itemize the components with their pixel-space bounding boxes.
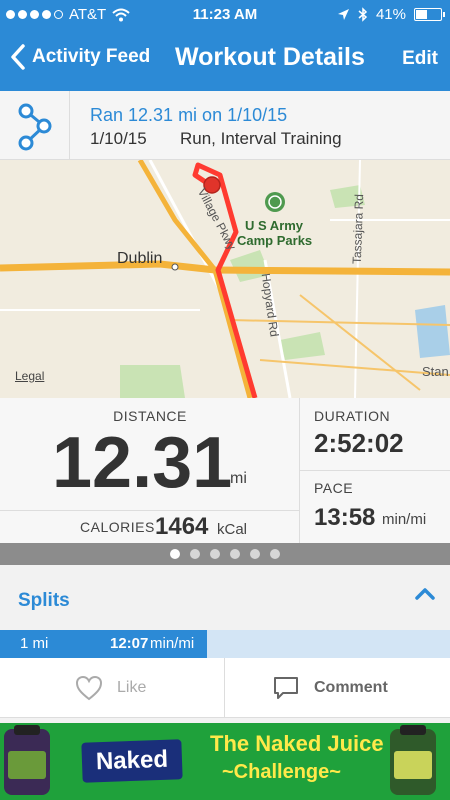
calories-label: CALORIES — [80, 519, 155, 535]
stats-right: DURATION 2:52:02 PACE 13:58 min/mi — [300, 398, 450, 543]
ad-headline: The Naked Juice — [210, 731, 384, 756]
comment-label: Comment — [314, 679, 388, 696]
calories-value: 1464 — [155, 513, 209, 540]
action-divider — [224, 658, 225, 718]
stats-panel: DISTANCE 12.31 mi CALORIES 1464 kCal DUR… — [0, 398, 450, 543]
page-dot[interactable] — [210, 549, 220, 559]
chevron-up-icon[interactable] — [414, 587, 436, 601]
workout-type: Run, Interval Training — [180, 129, 342, 148]
route-icon-box — [0, 91, 70, 160]
split-distance: 1 mi — [20, 635, 49, 652]
duration-value: 2:52:02 — [314, 428, 404, 458]
edit-button[interactable]: Edit — [402, 48, 438, 70]
pace-unit: min/mi — [382, 511, 427, 528]
pace-value: 13:58 — [314, 504, 376, 531]
splits-header[interactable]: Splits — [0, 565, 450, 630]
back-button[interactable]: Activity Feed — [10, 43, 150, 71]
workout-date: 1/10/15 — [90, 129, 147, 148]
duration-label: DURATION — [314, 408, 391, 424]
nav-bar: Activity Feed Workout Details Edit — [0, 38, 450, 82]
like-button[interactable]: Like — [75, 658, 146, 718]
ad-banner[interactable]: Naked The Naked Juice ~Challenge~ — [0, 723, 450, 800]
ad-bottle-right — [390, 725, 436, 795]
top-bar: AT&T 11:23 AM 41% Activity Feed Workout … — [0, 0, 450, 91]
screen: AT&T 11:23 AM 41% Activity Feed Workout … — [0, 0, 450, 800]
stats-left: DISTANCE 12.31 mi CALORIES 1464 kCal — [0, 398, 300, 543]
bluetooth-icon — [358, 7, 368, 22]
calories-row: CALORIES 1464 kCal — [0, 510, 300, 543]
distance-value: 12.31 — [52, 423, 233, 503]
route-map[interactable]: Dublin U S Army Camp Parks Village Pkwy … — [0, 160, 450, 398]
map-label-army: U S Army — [245, 218, 304, 233]
pace-box: PACE 13:58 min/mi — [300, 470, 450, 543]
route-icon — [18, 103, 52, 151]
split-row: 1 mi 12:07 min/mi — [0, 630, 450, 658]
page-dot[interactable] — [250, 549, 260, 559]
page-dot[interactable] — [190, 549, 200, 559]
distance-unit: mi — [230, 470, 247, 487]
location-arrow-icon — [337, 9, 349, 20]
battery-icon — [414, 8, 445, 21]
social-actions: Like Comment — [0, 658, 450, 718]
page-title: Workout Details — [175, 43, 365, 71]
workout-summary[interactable]: Ran 12.31 mi on 1/10/15 1/10/15 Run, Int… — [0, 91, 450, 160]
workout-title-link[interactable]: Ran 12.31 mi on 1/10/15 — [90, 105, 287, 126]
chevron-left-icon — [11, 44, 25, 70]
ad-brand-logo: Naked — [81, 739, 183, 783]
ad-subline: ~Challenge~ — [222, 761, 341, 783]
heart-icon — [75, 675, 103, 701]
map-legal-link[interactable]: Legal — [15, 369, 44, 383]
page-indicator[interactable] — [0, 543, 450, 565]
comment-button[interactable]: Comment — [272, 658, 388, 718]
split-unit: min/mi — [150, 635, 195, 652]
split-pace: 12:07 — [110, 635, 149, 652]
status-right: 41% — [337, 6, 445, 23]
comment-icon — [274, 677, 298, 699]
page-dot[interactable] — [270, 549, 280, 559]
pace-label: PACE — [314, 480, 354, 496]
map-label-camp: Camp Parks — [237, 233, 313, 248]
map-label-dublin: Dublin — [117, 250, 163, 267]
calories-unit: kCal — [217, 521, 248, 538]
status-bar: AT&T 11:23 AM 41% — [0, 0, 450, 30]
battery-percent: 41% — [375, 6, 406, 23]
splits-title: Splits — [18, 590, 70, 611]
page-dot[interactable] — [230, 549, 240, 559]
map-label-tassajara: Tassajara Rd — [349, 193, 367, 265]
back-label: Activity Feed — [32, 46, 151, 67]
ad-bottle-left — [4, 725, 50, 795]
like-label: Like — [117, 679, 147, 696]
map-label-stan: Stan — [422, 364, 449, 379]
map-roads — [0, 160, 450, 398]
page-dot[interactable] — [170, 549, 180, 559]
